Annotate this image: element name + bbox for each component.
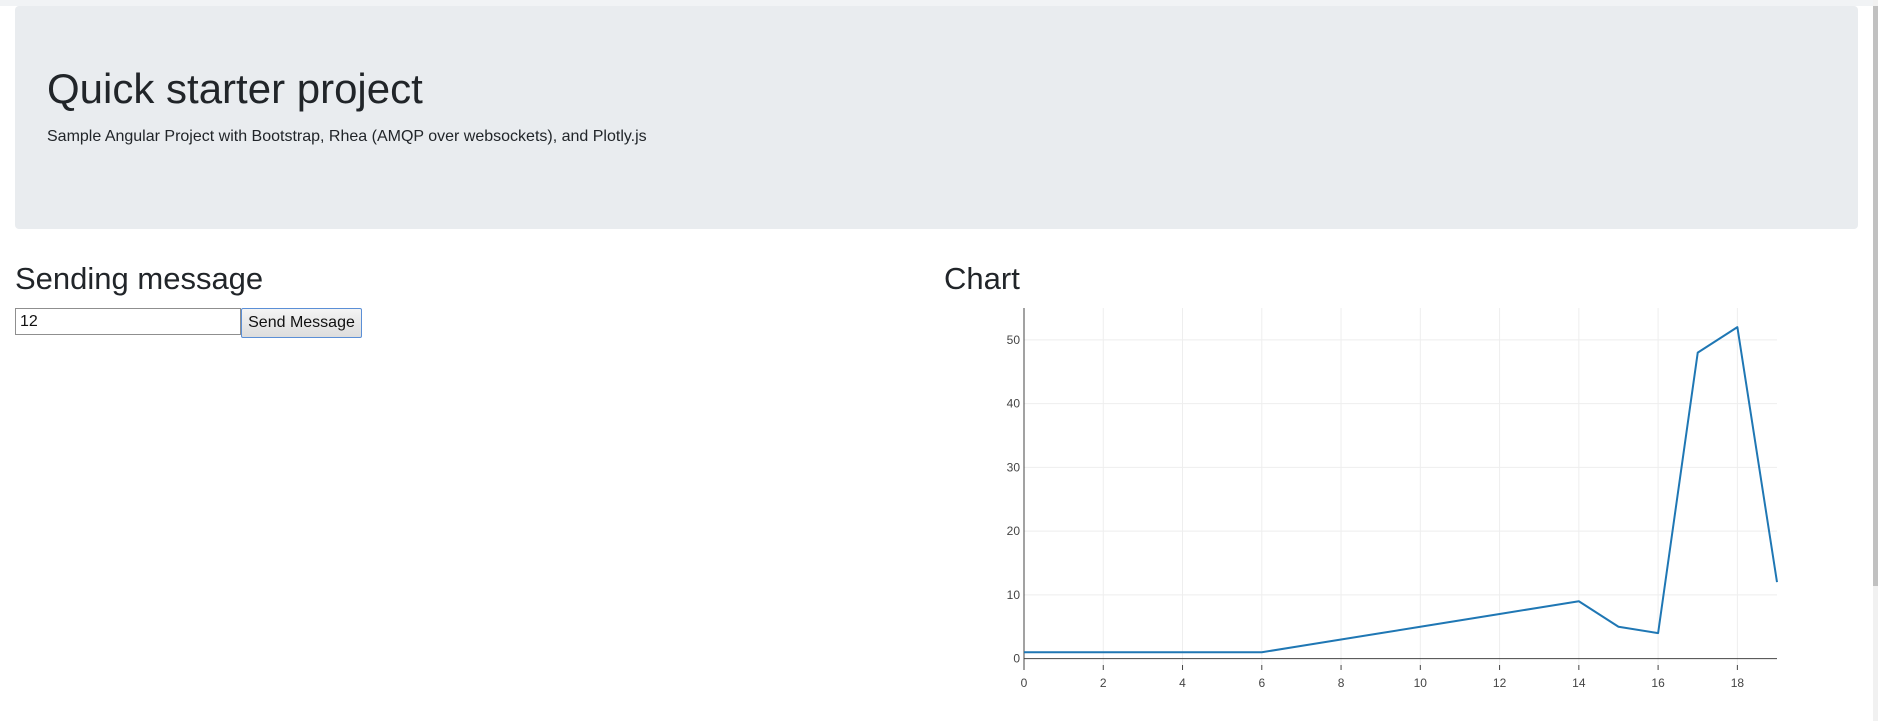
jumbotron-header: Quick starter project Sample Angular Pro… (15, 6, 1858, 229)
y-tick-label: 10 (1007, 588, 1021, 602)
send-message-button[interactable]: Send Message (241, 308, 362, 338)
line-chart[interactable]: 0 2 4 6 8 10 12 14 16 18 0 10 20 30 40 50 (944, 300, 1784, 710)
sending-message-heading: Sending message (15, 261, 264, 296)
y-tick-label: 0 (1013, 652, 1020, 666)
y-tick-label: 20 (1007, 524, 1021, 538)
series-line-0 (1024, 326, 1778, 654)
x-tick-label: 10 (1414, 676, 1428, 690)
chart-heading: Chart (944, 261, 1020, 296)
x-tick-label: 2 (1100, 676, 1107, 690)
scrollbar-thumb[interactable] (1873, 6, 1878, 586)
y-tick-label: 50 (1007, 333, 1021, 347)
x-tick-label: 14 (1572, 676, 1586, 690)
x-tick-label: 16 (1651, 676, 1665, 690)
page-subtitle: Sample Angular Project with Bootstrap, R… (47, 128, 647, 145)
x-tick-label: 6 (1258, 676, 1265, 690)
x-tick-label: 0 (1021, 676, 1028, 690)
y-tick-label: 40 (1007, 397, 1021, 411)
x-tick-label: 18 (1731, 676, 1745, 690)
page-title: Quick starter project (47, 65, 423, 112)
x-tick-label: 8 (1338, 676, 1345, 690)
x-tick-label: 4 (1179, 676, 1186, 690)
x-tick-label: 12 (1493, 676, 1507, 690)
message-input[interactable] (15, 308, 241, 335)
y-tick-label: 30 (1007, 460, 1021, 474)
